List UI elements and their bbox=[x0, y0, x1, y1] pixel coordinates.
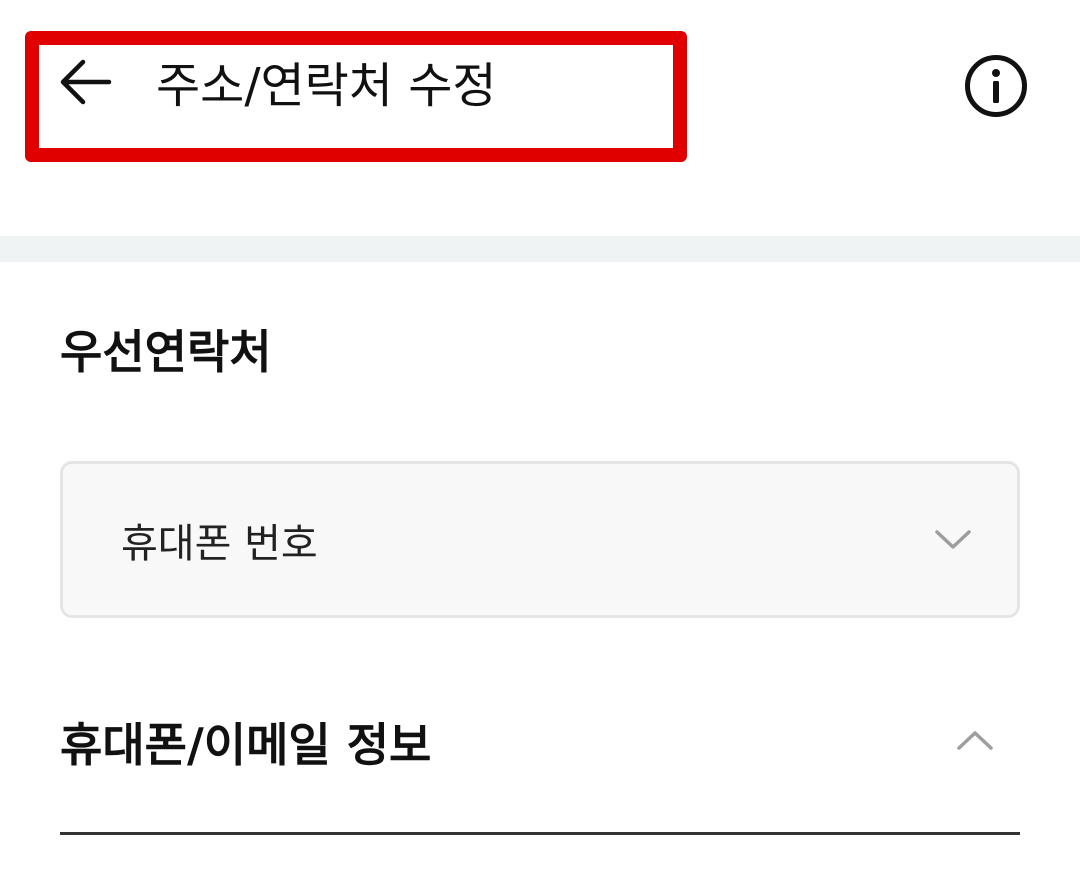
arrow-left-icon bbox=[57, 58, 113, 110]
phone-email-info-title: 휴대폰/이메일 정보 bbox=[60, 718, 432, 772]
collapse-section-button[interactable] bbox=[950, 724, 1000, 760]
info-button[interactable] bbox=[962, 54, 1030, 122]
preferred-contact-selected-value: 휴대폰 번호 bbox=[121, 520, 318, 567]
info-circle-icon bbox=[964, 54, 1028, 122]
app-header: 주소/연락처 수정 bbox=[0, 0, 1080, 236]
chevron-up-icon bbox=[955, 728, 995, 756]
section-underline bbox=[60, 832, 1020, 835]
chevron-down-icon bbox=[933, 528, 973, 552]
page-title: 주소/연락처 수정 bbox=[156, 58, 497, 114]
preferred-contact-title: 우선연락처 bbox=[60, 325, 272, 379]
preferred-contact-select[interactable]: 휴대폰 번호 bbox=[60, 461, 1020, 618]
section-divider bbox=[0, 236, 1080, 262]
back-button[interactable] bbox=[50, 52, 120, 116]
edit-address-contact-screen: 주소/연락처 수정 우선연락처 휴대폰 번호 휴대폰/이메일 정보 bbox=[0, 0, 1080, 891]
